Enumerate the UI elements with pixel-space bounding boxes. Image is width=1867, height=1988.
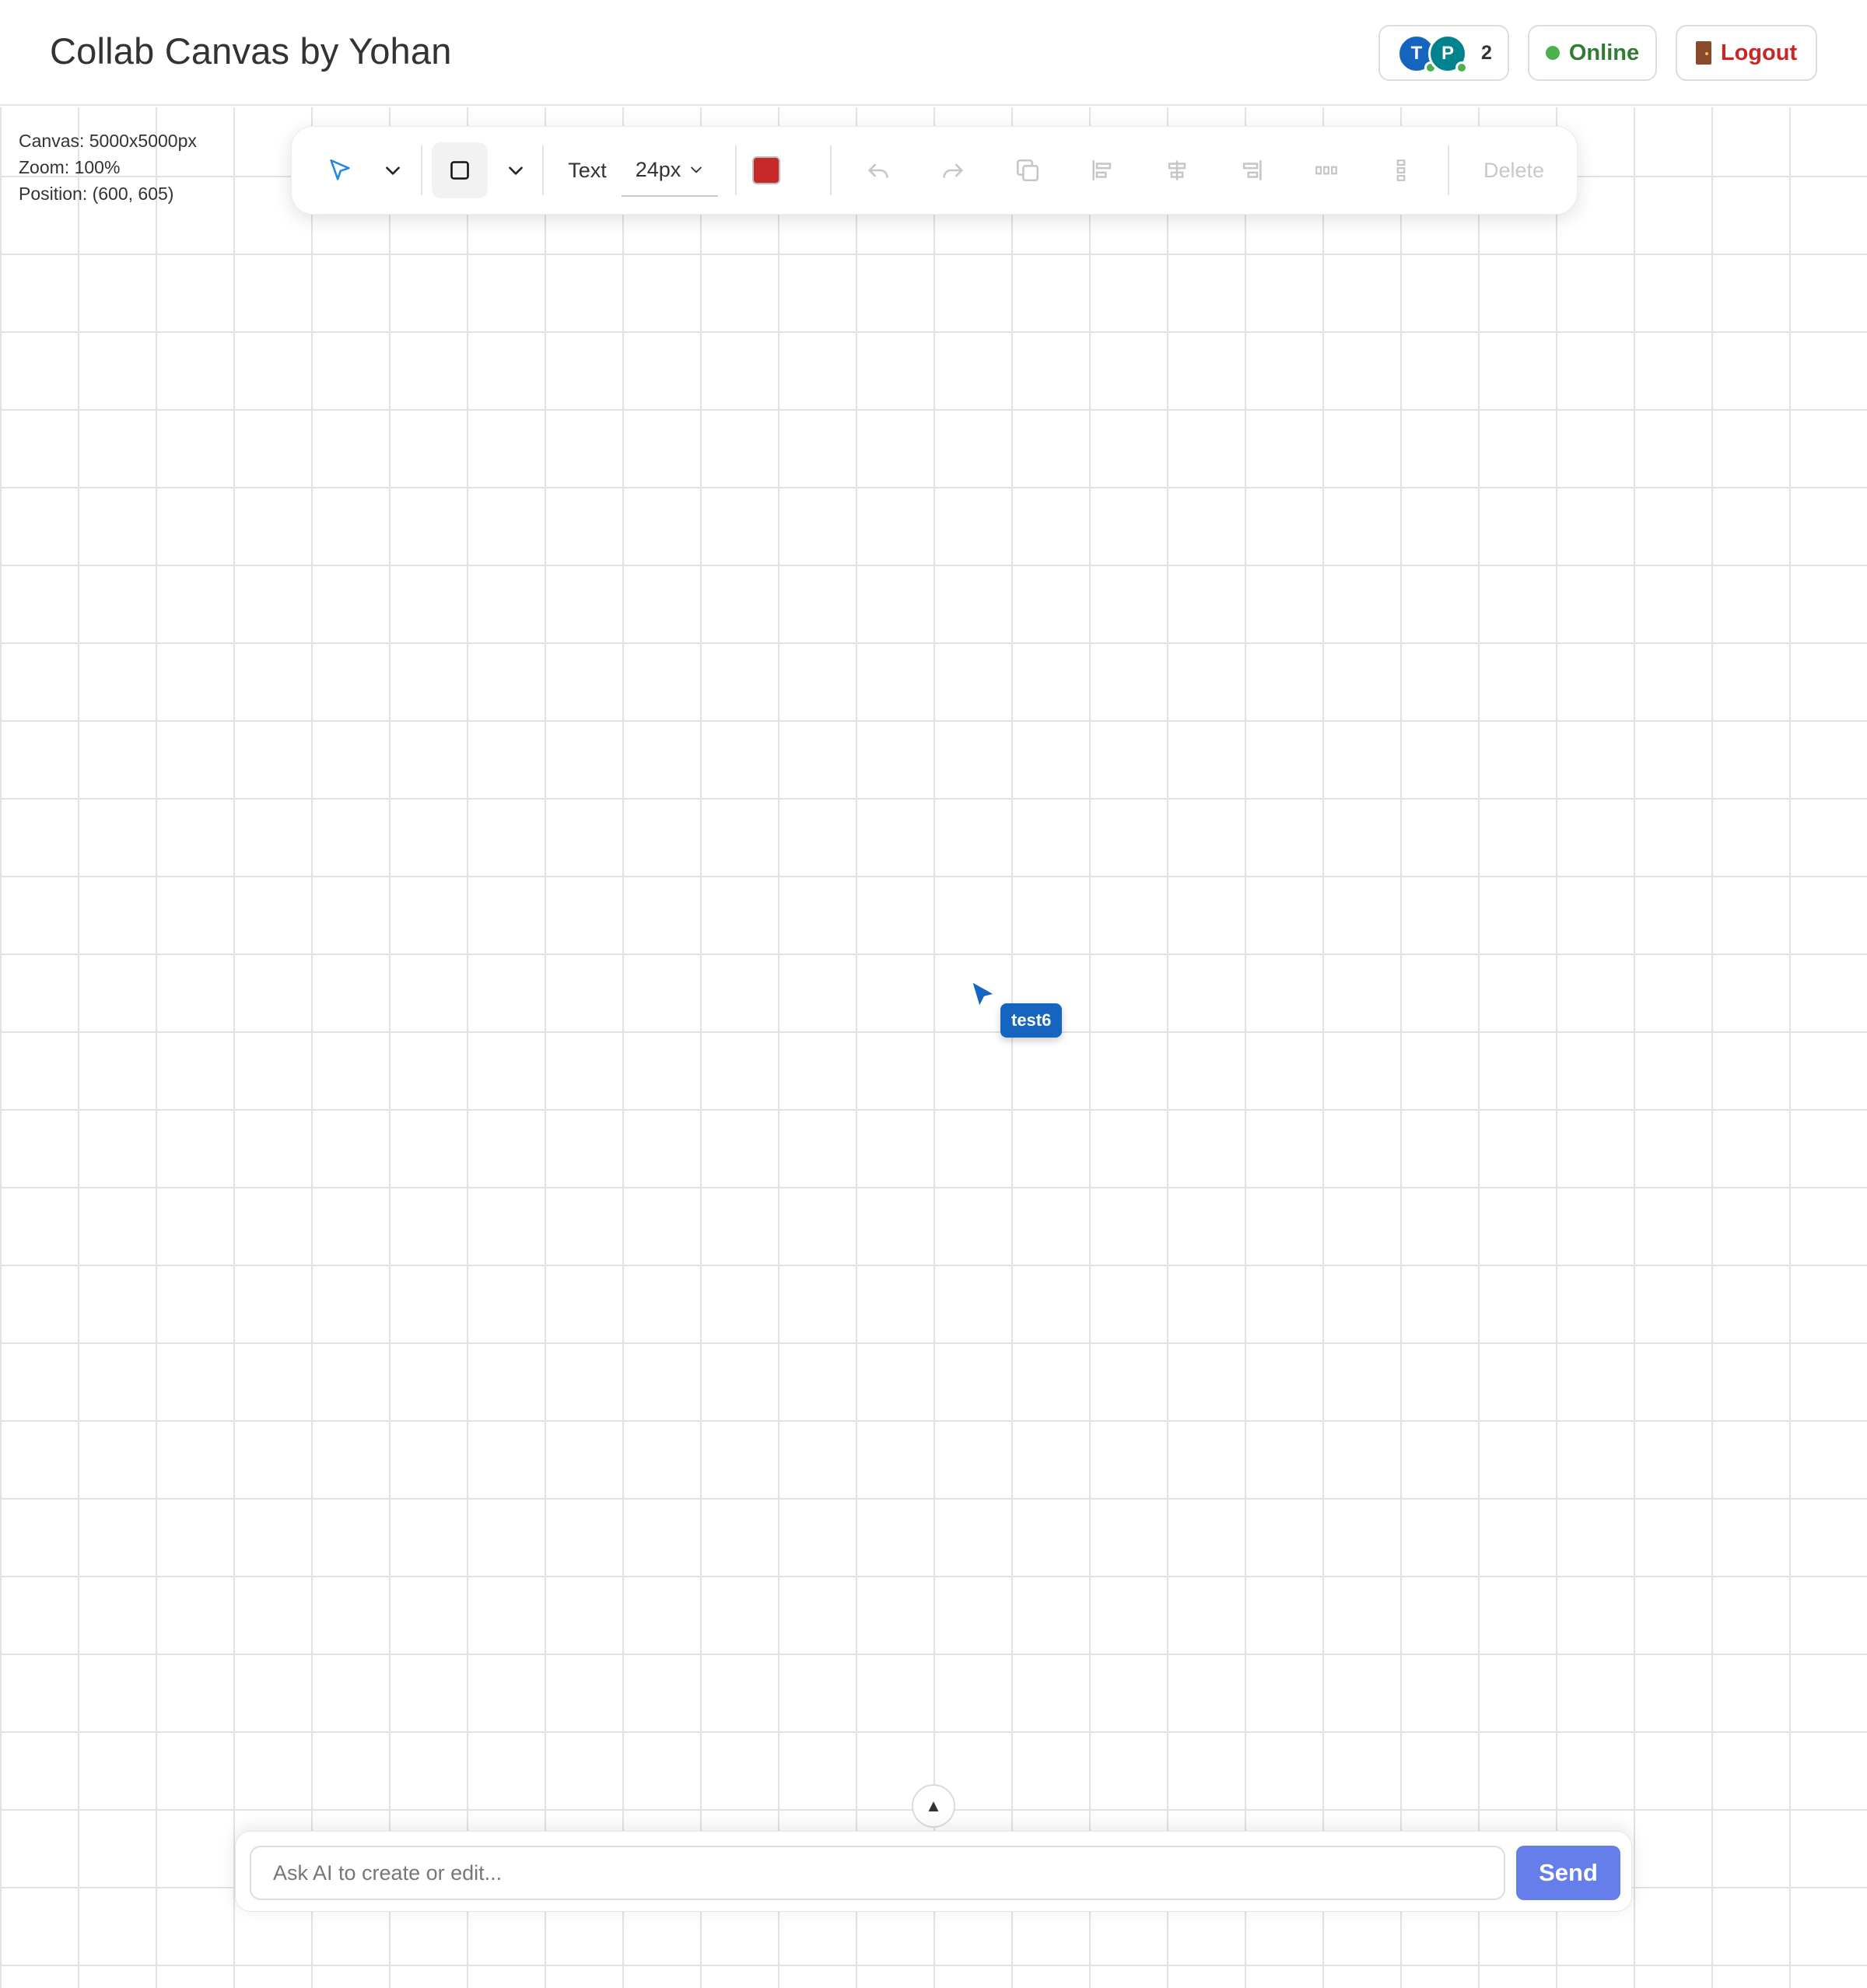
fill-color-swatch[interactable] xyxy=(752,156,780,184)
delete-button[interactable]: Delete xyxy=(1471,149,1557,192)
door-icon xyxy=(1695,41,1711,65)
remote-cursor-name-tag: test6 xyxy=(1000,1003,1063,1038)
ai-send-button[interactable]: Send xyxy=(1516,1846,1620,1900)
logout-button[interactable]: Logout xyxy=(1676,25,1817,81)
chevron-down-icon xyxy=(691,166,702,173)
canvas-size-readout: Canvas: 5000x5000px xyxy=(19,131,197,151)
align-right-icon xyxy=(1242,160,1262,180)
status-dot-icon xyxy=(1545,46,1560,60)
connection-status-label: Online xyxy=(1568,40,1640,65)
avatar-initial: T xyxy=(1410,43,1423,64)
position-readout: Position: (600, 605) xyxy=(19,184,174,204)
select-tool-dropdown[interactable] xyxy=(377,155,408,186)
distribute-vertical-icon xyxy=(1396,159,1406,181)
presence-indicator[interactable]: T P 2 xyxy=(1378,25,1509,81)
toolbar-divider xyxy=(830,145,832,195)
toolbar-divider xyxy=(735,145,737,195)
toolbar-divider xyxy=(1448,145,1449,195)
align-left-icon xyxy=(1092,160,1112,180)
rectangle-icon xyxy=(450,161,469,180)
rectangle-tool-button[interactable] xyxy=(432,142,488,198)
align-right-button[interactable] xyxy=(1233,152,1270,189)
app-title: Collab Canvas by Yohan xyxy=(50,30,452,72)
chevron-down-icon xyxy=(386,166,400,175)
ai-panel-toggle-button[interactable]: ▲ xyxy=(912,1784,955,1828)
shape-tool-dropdown[interactable] xyxy=(500,155,531,186)
select-tool-button[interactable] xyxy=(320,150,360,191)
distribute-vertical-button[interactable] xyxy=(1382,152,1420,189)
redo-icon xyxy=(943,163,963,178)
cursor-arrow-icon xyxy=(330,159,350,180)
drawing-canvas[interactable]: Canvas: 5000x5000px Zoom: 100% Position:… xyxy=(0,107,1867,1988)
chevron-down-icon xyxy=(509,166,523,175)
avatar-initial: P xyxy=(1441,43,1454,64)
align-center-button[interactable] xyxy=(1158,152,1196,189)
connection-status-badge: Online xyxy=(1528,25,1657,81)
undo-icon xyxy=(868,163,888,178)
app-header: Collab Canvas by Yohan T P 2 Online Logo… xyxy=(0,0,1867,106)
font-size-select[interactable]: 24px xyxy=(622,144,718,197)
online-user-count: 2 xyxy=(1481,42,1492,64)
align-center-icon xyxy=(1168,160,1186,180)
remote-cursor-icon xyxy=(971,980,996,1008)
text-tool-button[interactable]: Text xyxy=(555,149,620,192)
ai-prompt-input[interactable] xyxy=(250,1846,1505,1900)
redo-button[interactable] xyxy=(934,152,972,189)
font-size-value: 24px xyxy=(635,157,681,181)
drawing-toolbar: Text 24px Delete xyxy=(291,126,1578,215)
ai-prompt-bar: Send xyxy=(235,1831,1632,1912)
avatar[interactable]: P xyxy=(1428,34,1468,74)
duplicate-button[interactable] xyxy=(1009,152,1046,189)
distribute-horizontal-button[interactable] xyxy=(1308,152,1345,189)
toolbar-divider xyxy=(421,145,422,195)
duplicate-icon xyxy=(1016,159,1039,182)
align-left-button[interactable] xyxy=(1084,152,1121,189)
zoom-readout: Zoom: 100% xyxy=(19,157,121,177)
distribute-horizontal-icon xyxy=(1315,166,1337,175)
undo-button[interactable] xyxy=(860,152,897,189)
canvas-info-panel: Canvas: 5000x5000px Zoom: 100% Position:… xyxy=(19,128,197,207)
online-status-dot xyxy=(1455,61,1468,74)
toolbar-divider xyxy=(542,145,544,195)
logout-label: Logout xyxy=(1720,40,1798,65)
